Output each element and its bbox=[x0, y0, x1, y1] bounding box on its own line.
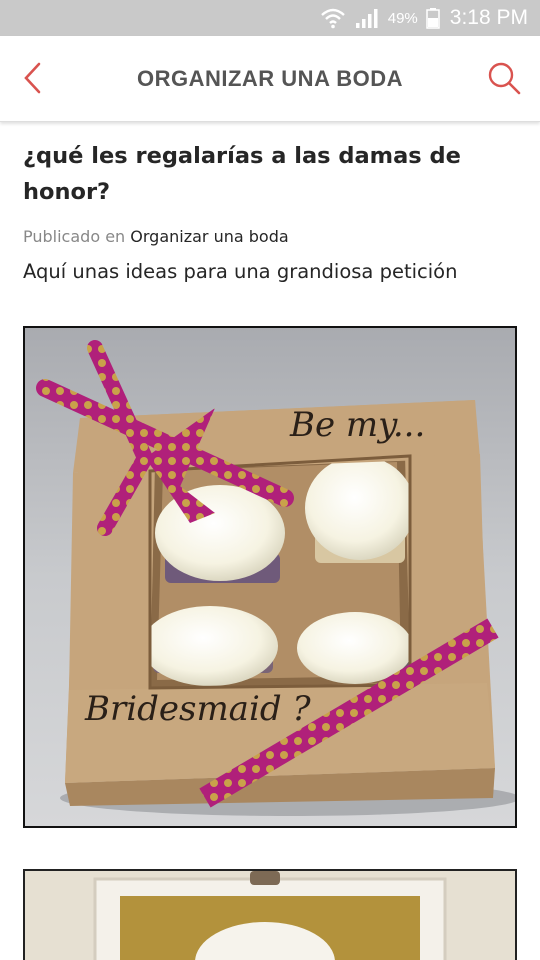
chevron-left-icon bbox=[24, 62, 41, 94]
battery-percent: 49% bbox=[387, 9, 418, 27]
cupcake bbox=[305, 456, 415, 563]
article-photo-2[interactable] bbox=[23, 869, 517, 960]
search-button[interactable] bbox=[484, 58, 524, 98]
meta-prefix: Publicado en bbox=[23, 227, 126, 246]
app-header: ORGANIZAR UNA BODA bbox=[0, 36, 540, 122]
article-lede: Aquí unas ideas para una grandiosa petic… bbox=[23, 260, 458, 283]
battery-icon bbox=[426, 7, 440, 29]
photo-text-top: Be my... bbox=[289, 405, 425, 445]
photo-text-bottom: Bridesmaid ? bbox=[84, 689, 311, 729]
page-title: ORGANIZAR UNA BODA bbox=[136, 66, 404, 91]
status-bar: 49% 3:18 PM bbox=[0, 0, 540, 36]
category-link[interactable]: Organizar una boda bbox=[130, 227, 288, 246]
wifi-icon bbox=[320, 7, 346, 29]
signal-icon bbox=[354, 7, 380, 29]
article-meta: Publicado en Organizar una boda bbox=[23, 226, 517, 248]
back-button[interactable] bbox=[14, 58, 50, 98]
article-title: ¿qué les regalarías a las damas de honor… bbox=[23, 143, 461, 205]
search-icon bbox=[488, 62, 521, 95]
clock: 3:18 PM bbox=[449, 6, 528, 29]
article-photo[interactable]: Be my... Bridesmaid ? bbox=[23, 326, 517, 828]
cupcake bbox=[142, 606, 278, 686]
article: ¿qué les regalarías a las damas de honor… bbox=[23, 122, 517, 286]
